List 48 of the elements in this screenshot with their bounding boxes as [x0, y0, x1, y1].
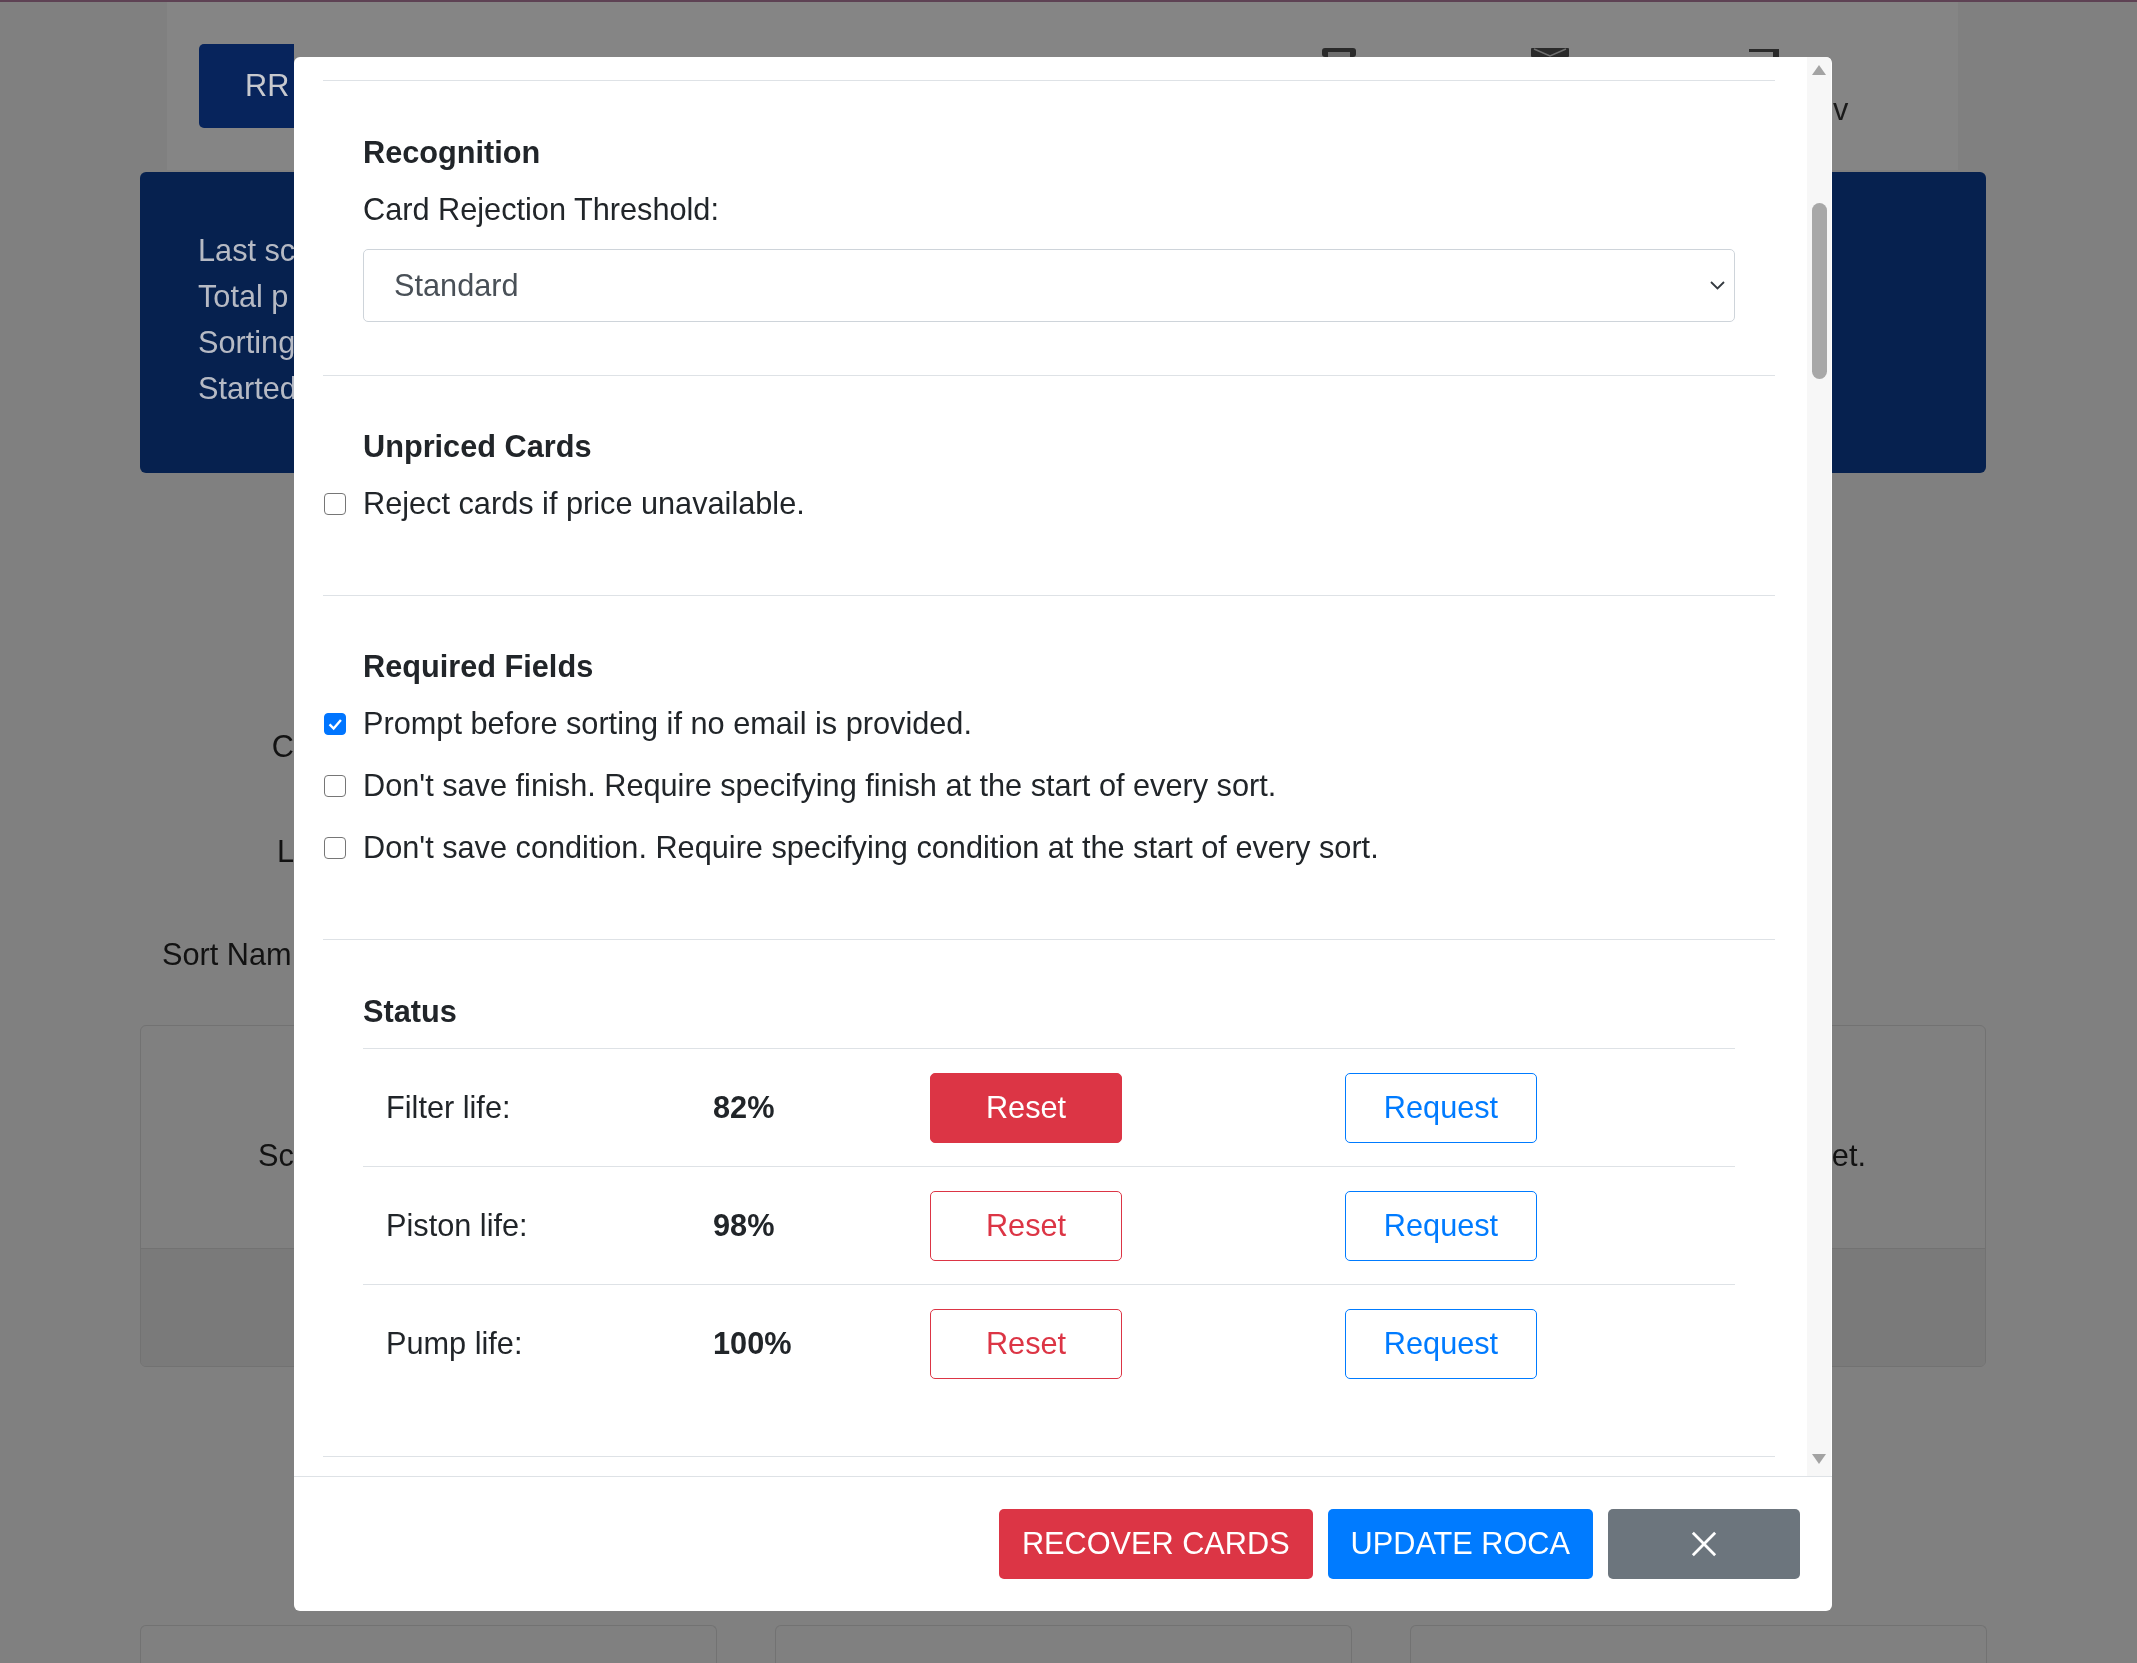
checkbox-label: Reject cards if price unavailable. — [363, 485, 805, 523]
list-icon[interactable] — [1749, 48, 1779, 57]
sort-name-label: Sort Nam — [162, 936, 292, 974]
scrollbar-thumb[interactable] — [1811, 203, 1827, 379]
scroll-down-arrow-icon[interactable] — [1812, 1454, 1826, 1464]
nav-button[interactable]: RR — [199, 44, 294, 128]
checkbox-label: Don't save condition. Require specifying condition at the start of every sort. — [363, 829, 1379, 867]
section-heading: Required Fields — [363, 648, 594, 686]
checkbox[interactable] — [324, 713, 346, 735]
scrollbar[interactable] — [1807, 57, 1831, 1476]
recover-cards-button[interactable]: RECOVER CARDS — [998, 1509, 1313, 1579]
checkbox-label: Don't save finish. Require specifying finish at the start of every sort. — [363, 767, 1277, 805]
status-label: Filter life: — [386, 1089, 511, 1126]
section-heading: Unpriced Cards — [363, 428, 592, 466]
field-label: Card Rejection Threshold: — [363, 191, 719, 229]
card-text: et. — [1831, 1137, 1866, 1175]
threshold-select[interactable]: Standard — [363, 249, 1735, 322]
status-label: Piston life: — [386, 1207, 528, 1244]
reset-button[interactable]: Reset — [930, 1190, 1122, 1261]
request-button[interactable]: Request — [1345, 1308, 1537, 1379]
envelope-icon[interactable] — [1531, 48, 1569, 57]
status-value: 100% — [713, 1325, 792, 1362]
section-heading: Status — [363, 993, 457, 1031]
checkbox[interactable] — [324, 775, 346, 797]
request-button[interactable]: Request — [1345, 1190, 1537, 1261]
chevron-down-icon — [1710, 281, 1725, 290]
close-icon — [1691, 1531, 1717, 1557]
page-text: L — [276, 833, 294, 871]
status-label: Pump life: — [386, 1325, 523, 1362]
status-value: 98% — [713, 1207, 775, 1244]
stats-text: Last sc — [198, 232, 296, 270]
reset-button[interactable]: Reset — [930, 1072, 1122, 1143]
request-button[interactable]: Request — [1345, 1072, 1537, 1143]
reset-button[interactable]: Reset — [930, 1308, 1122, 1379]
scroll-up-arrow-icon[interactable] — [1812, 65, 1826, 75]
checkbox[interactable] — [324, 837, 346, 859]
checkbox-label: Prompt before sorting if no email is provided. — [363, 705, 972, 743]
page-text: C — [271, 728, 294, 766]
nav-label[interactable]: v — [1833, 92, 1849, 127]
stats-text: Total p — [198, 278, 289, 316]
card-text: Sc — [258, 1137, 294, 1175]
status-value: 82% — [713, 1089, 775, 1126]
section-heading: Recognition — [363, 134, 541, 172]
checkbox[interactable] — [324, 493, 346, 515]
stats-text: Started — [198, 370, 297, 408]
update-button[interactable]: UPDATE ROCA — [1327, 1509, 1593, 1579]
monitor-icon[interactable] — [1322, 48, 1356, 57]
stats-text: Sorting — [198, 324, 296, 362]
